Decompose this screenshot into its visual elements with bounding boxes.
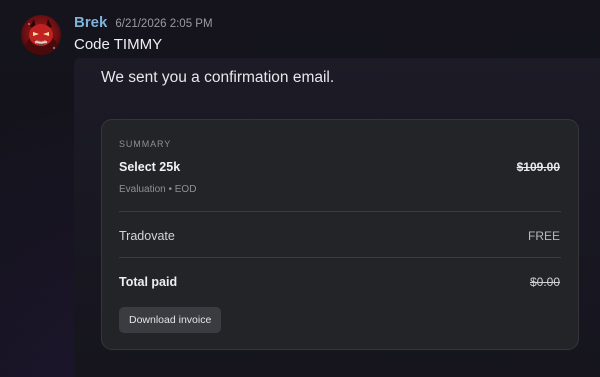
divider <box>119 211 561 212</box>
plan-detail: Evaluation • EOD <box>119 184 197 195</box>
platform-label: Tradovate <box>119 229 175 243</box>
total-value: $0.00 <box>529 275 560 289</box>
total-label: Total paid <box>119 275 178 289</box>
download-invoice-button[interactable]: Download invoice <box>119 307 222 333</box>
message-header: Brek 6/21/2026 2:05 PM <box>74 14 213 31</box>
avatar[interactable] <box>21 15 61 55</box>
platform-value: FREE <box>527 229 560 243</box>
message-author[interactable]: Brek <box>74 14 107 31</box>
summary-section-label: SUMMARY <box>119 139 172 149</box>
message-timestamp: 6/21/2026 2:05 PM <box>115 18 213 30</box>
plan-name: Select 25k <box>119 160 181 174</box>
chat-view: Brek 6/21/2026 2:05 PM Code TIMMY We sen… <box>0 0 600 377</box>
download-invoice-label: Download invoice <box>129 314 212 326</box>
message-text: Code TIMMY <box>74 36 163 53</box>
summary-card: SUMMARY Select 25k $109.00 Evaluation • … <box>101 119 579 350</box>
confirmation-text: We sent you a confirmation email. <box>101 69 335 86</box>
plan-price: $109.00 <box>516 160 560 174</box>
attached-screenshot[interactable]: We sent you a confirmation email. SUMMAR… <box>74 58 600 377</box>
divider <box>119 257 561 258</box>
red-demon-avatar-icon <box>21 15 61 55</box>
